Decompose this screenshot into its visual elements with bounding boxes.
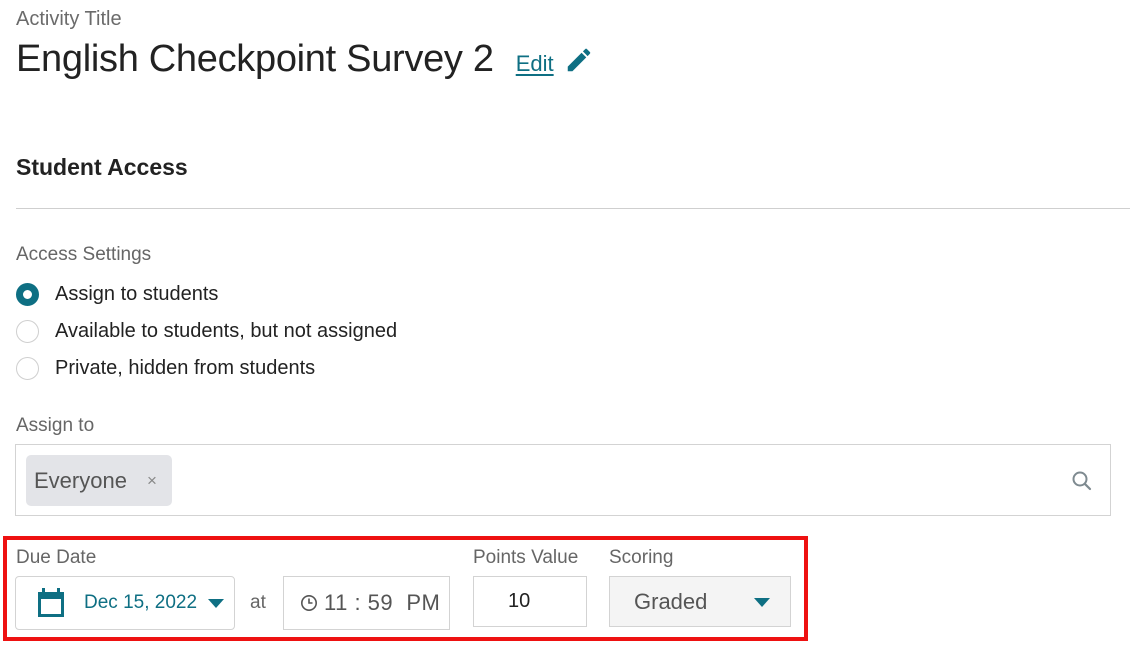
activity-title: English Checkpoint Survey 2 [16,38,494,80]
due-time-value: 11 : 59 PM [324,590,441,615]
radio-button[interactable] [16,320,39,343]
section-divider [16,208,1130,209]
due-date-picker[interactable]: Dec 15, 2022 [15,576,235,630]
caret-down-icon [208,598,225,608]
title-row: English Checkpoint Survey 2 Edit [16,38,594,81]
radio-assign-to-students[interactable]: Assign to students [16,276,397,313]
points-value-input[interactable]: 10 [473,576,587,627]
scoring-select[interactable]: Graded [609,576,791,627]
radio-label: Private, hidden from students [55,357,316,379]
radio-button-checked[interactable] [16,283,39,306]
activity-title-label: Activity Title [16,8,122,30]
remove-chip-icon[interactable]: × [147,471,157,491]
scoring-value: Graded [634,588,708,614]
radio-button[interactable] [16,357,39,380]
access-settings-radio-group: Assign to students Available to students… [16,276,397,387]
section-title-student-access: Student Access [16,154,188,180]
activity-settings-page: Activity Title English Checkpoint Survey… [0,0,1130,651]
chip-label: Everyone [34,467,127,493]
calendar-icon [36,587,66,619]
clock-icon [300,594,318,612]
caret-down-icon [754,598,770,607]
scoring-label: Scoring [609,547,674,568]
edit-title-link[interactable]: Edit [516,51,554,77]
search-icon[interactable] [1070,469,1094,493]
assign-to-input[interactable]: Everyone × [15,444,1111,516]
due-time-input[interactable]: 11 : 59 PM [283,576,450,630]
access-settings-label: Access Settings [16,244,152,265]
pencil-icon[interactable] [564,45,594,75]
due-date-label: Due Date [16,547,97,568]
assign-to-label: Assign to [16,415,95,436]
assignee-chip: Everyone × [26,455,172,506]
at-label: at [250,592,266,613]
due-date-value: Dec 15, 2022 [84,592,198,613]
points-value-label: Points Value [473,547,579,568]
radio-available-not-assigned[interactable]: Available to students, but not assigned [16,313,397,350]
radio-private-hidden[interactable]: Private, hidden from students [16,350,397,387]
radio-label: Assign to students [55,283,219,305]
radio-label: Available to students, but not assigned [55,320,398,342]
